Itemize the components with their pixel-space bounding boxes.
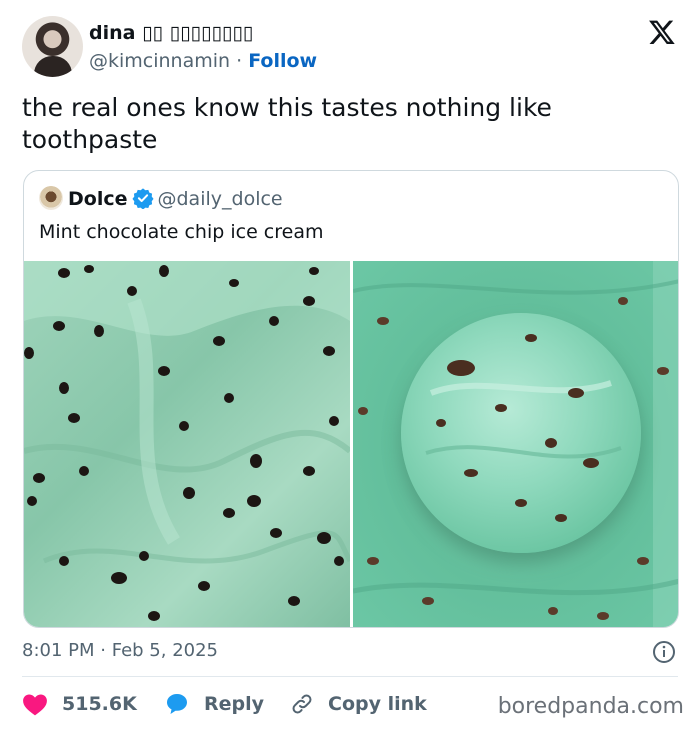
author-handle-line: @kimcinnamin · Follow: [89, 50, 317, 72]
author-handle[interactable]: @kimcinnamin: [89, 50, 230, 72]
link-icon: [292, 694, 312, 714]
follow-button[interactable]: Follow: [248, 50, 317, 72]
copy-link-button[interactable]: Copy link: [290, 689, 427, 719]
ice-cream-scoop: [401, 313, 641, 553]
quoted-tweet[interactable]: Dolce @daily_dolce Mint chocolate chip i…: [23, 170, 679, 628]
scoop-chips-drawing: [425, 334, 622, 522]
reply-label: Reply: [204, 693, 265, 715]
like-button[interactable]: 515.6K: [22, 689, 137, 719]
tweet-time[interactable]: 8:01 PM: [22, 640, 95, 661]
handle-separator: ·: [230, 50, 249, 72]
tweet-text: the real ones know this tastes nothing l…: [22, 93, 552, 154]
heart-icon: [23, 694, 47, 716]
quoted-author-name[interactable]: Dolce: [68, 188, 128, 210]
tweet-date[interactable]: Feb 5, 2025: [112, 640, 218, 661]
tweet-timestamp[interactable]: 8:01 PM · Feb 5, 2025: [22, 640, 218, 661]
copy-link-label: Copy link: [328, 693, 427, 715]
quoted-author-handle[interactable]: @daily_dolce: [158, 188, 283, 210]
mint-ice-cream-scoop-image[interactable]: [353, 261, 678, 627]
quoted-author-avatar[interactable]: [39, 186, 63, 210]
quoted-tweet-header: Dolce @daily_dolce: [39, 186, 283, 214]
author-name[interactable]: dina: [89, 22, 135, 44]
verified-badge-icon: [131, 188, 154, 209]
divider: [22, 676, 678, 677]
mint-ice-cream-texture-image[interactable]: [24, 261, 350, 627]
watermark: boredpanda.com: [497, 694, 684, 719]
author-name-suffix: ▯▯ ▯▯▯▯▯▯▯▯: [142, 22, 254, 44]
author-name-line[interactable]: dina ▯▯ ▯▯▯▯▯▯▯▯: [89, 22, 253, 44]
x-logo-icon[interactable]: [648, 18, 676, 46]
quoted-tweet-text: Mint chocolate chip ice cream: [39, 221, 324, 243]
like-count: 515.6K: [62, 693, 137, 715]
reply-bubble-icon: [167, 694, 187, 714]
author-avatar[interactable]: [22, 16, 83, 77]
tweet-header: dina ▯▯ ▯▯▯▯▯▯▯▯ @kimcinnamin · Follow: [22, 16, 682, 80]
ice-cream-texture-drawing: [24, 261, 350, 621]
reply-button[interactable]: Reply: [164, 689, 264, 719]
timestamp-separator: ·: [94, 640, 112, 661]
info-icon[interactable]: [652, 640, 676, 664]
